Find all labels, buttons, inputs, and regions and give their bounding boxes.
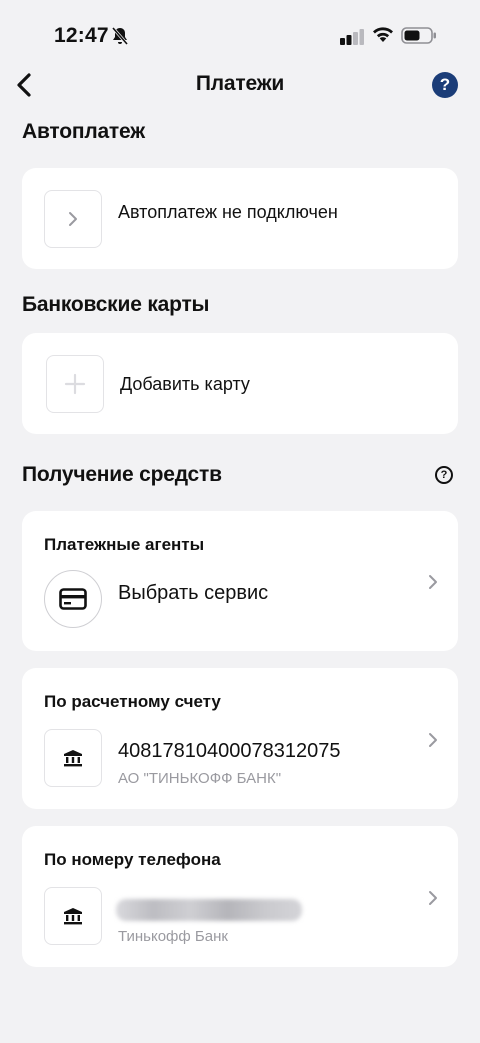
add-card-label: Добавить карту [120, 374, 250, 394]
settlement-account-card[interactable]: По расчетному счету 40817810400078312075… [22, 668, 458, 809]
autopay-status-label: Автоплатеж не подключен [118, 202, 338, 222]
receiving-help-button[interactable]: ? [435, 466, 453, 484]
signal-icon [340, 29, 364, 45]
wifi-icon [373, 27, 393, 42]
payment-agents-header: Платежные агенты [44, 535, 205, 554]
page-title: Платежи [195, 72, 285, 95]
plus-icon [64, 373, 86, 395]
add-card-icon-box [46, 355, 104, 413]
status-bar: 12:47 [0, 0, 480, 70]
service-icon-circle [44, 570, 102, 628]
payment-agents-card[interactable]: Платежные агенты Выбрать сервис [22, 511, 458, 651]
phone-number-header: По номеру телефона [44, 850, 221, 869]
battery-icon [401, 27, 436, 44]
chevron-right-icon [69, 212, 77, 226]
bank-icon [64, 908, 82, 925]
credit-card-icon [59, 588, 87, 610]
chevron-right-icon [429, 733, 437, 747]
autopay-card[interactable]: Автоплатеж не подключен [22, 168, 458, 269]
chevron-right-icon [429, 575, 437, 589]
autopay-icon-box [44, 190, 102, 248]
bank-icon [64, 750, 82, 767]
bank-icon-box [44, 729, 102, 787]
phone-bank-name: Тинькофф Банк [118, 928, 228, 945]
account-bank-name: АО "ТИНЬКОФФ БАНК" [118, 770, 282, 787]
chevron-right-icon [429, 891, 437, 905]
bank-icon-box [44, 887, 102, 945]
phone-number-card[interactable]: По номеру телефона Тинькофф Банк [22, 826, 458, 967]
bell-off-icon [112, 27, 128, 45]
account-number: 40817810400078312075 [118, 740, 341, 762]
settlement-account-header: По расчетному счету [44, 692, 221, 711]
section-title-autopay: Автоплатеж [22, 120, 145, 143]
phone-number-redacted [116, 899, 302, 921]
add-card-button[interactable]: Добавить карту [22, 333, 458, 434]
help-button[interactable]: ? [432, 72, 458, 98]
section-title-receiving: Получение средств [22, 463, 222, 486]
status-time: 12:47 [54, 24, 109, 47]
section-title-bank-cards: Банковские карты [22, 293, 210, 316]
nav-header: Платежи ? [0, 62, 480, 108]
choose-service-label: Выбрать сервис [118, 582, 269, 604]
